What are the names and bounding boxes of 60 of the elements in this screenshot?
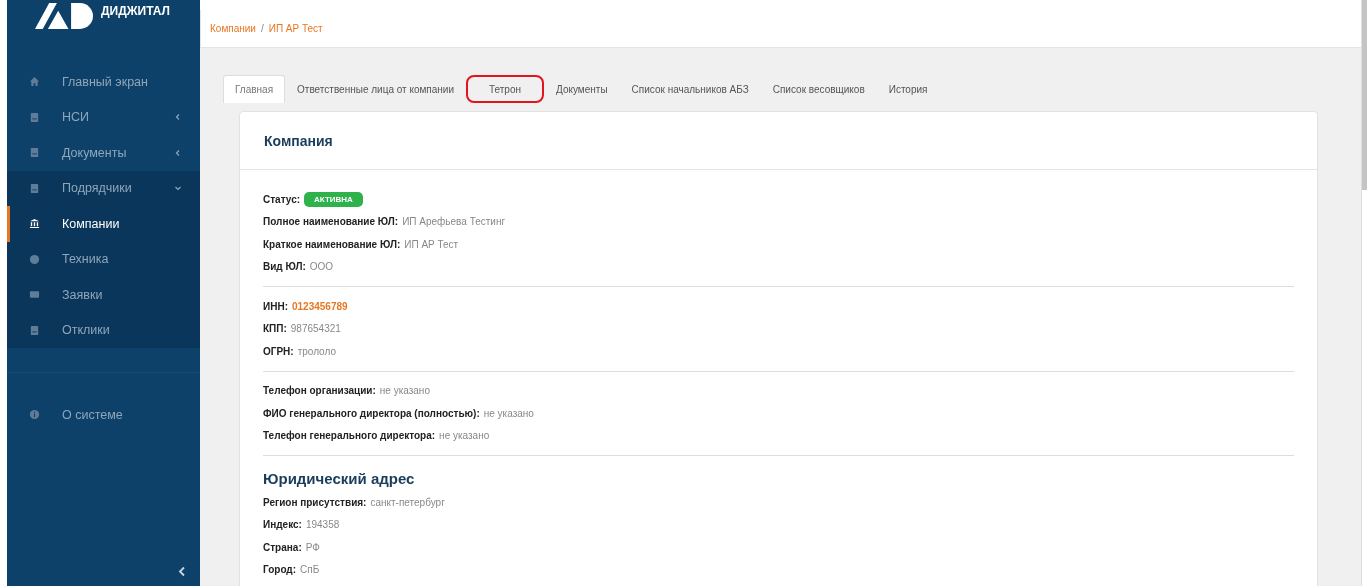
field-label: Страна:	[263, 541, 302, 553]
field-value: СпБ	[300, 564, 320, 576]
field-label: Телефон генерального директора:	[263, 430, 436, 442]
field-label: ОГРН:	[263, 345, 294, 357]
field-label: ИНН:	[263, 300, 288, 312]
field-value: санкт-петербург	[370, 496, 445, 508]
scrollbar-thumb[interactable]	[1362, 0, 1367, 190]
document-icon	[29, 182, 40, 194]
field-value: не указано	[439, 430, 490, 442]
home-icon	[29, 76, 40, 88]
gauge-icon	[29, 253, 40, 265]
field-value: 987654321	[290, 323, 341, 335]
bank-icon	[29, 218, 40, 230]
sidebar-item[interactable]: О системе	[7, 397, 200, 433]
field-value: 194358	[305, 519, 340, 531]
status-badge: АКТИВНА	[304, 191, 363, 207]
id-card-icon	[29, 289, 40, 301]
breadcrumb-link[interactable]: ИП АР Тест	[268, 23, 323, 34]
document-icon	[29, 111, 40, 123]
info-icon	[29, 409, 40, 421]
field-value: ИП Арефьева Тестинг	[402, 216, 506, 228]
section-title: Юридический адрес	[263, 470, 416, 487]
field-label: Город:	[263, 564, 297, 576]
tab[interactable]: Документы	[544, 75, 620, 103]
document-icon	[29, 324, 40, 336]
tab[interactable]: Список весовщиков	[760, 75, 877, 103]
breadcrumb-separator: /	[260, 23, 264, 34]
tab[interactable]: История	[876, 75, 940, 103]
field-label: Индекс:	[263, 519, 302, 531]
field-value: РФ	[305, 541, 320, 553]
logo-text: ДИДЖИТАЛ	[101, 4, 170, 18]
card-title: Компания	[264, 132, 333, 149]
field-label: Вид ЮЛ:	[263, 261, 306, 273]
sidebar-item[interactable]: Техника	[7, 241, 200, 277]
tab[interactable]: Тетрон	[466, 75, 545, 103]
sidebar-item[interactable]: НСИ	[7, 99, 200, 135]
field-value: 0123456789	[291, 300, 348, 312]
tab[interactable]: Список начальников АБЗ	[619, 75, 761, 103]
field-label: ФИО генерального директора (полностью):	[263, 407, 480, 419]
field-value: не указано	[483, 407, 534, 419]
tab[interactable]: Главная	[223, 75, 286, 103]
field-value: ИП АР Тест	[404, 238, 459, 250]
field-label: Статус:	[263, 193, 301, 205]
field-label: Полное наименование ЮЛ:	[263, 216, 399, 228]
sidebar-item[interactable]: Заявки	[7, 277, 200, 313]
field-value: не указано	[379, 385, 430, 397]
breadcrumb-link[interactable]: Компании	[210, 23, 256, 34]
tab[interactable]: Ответственные лица от компании	[285, 75, 466, 103]
document-icon	[29, 147, 40, 159]
field-label: Краткое наименование ЮЛ:	[263, 238, 401, 250]
sidebar-item[interactable]: Отклики	[7, 312, 200, 348]
sidebar-item[interactable]: Документы	[7, 135, 200, 171]
sidebar-item[interactable]: Главный экран	[7, 64, 200, 100]
field-label: КПП:	[263, 323, 287, 335]
field-label: Телефон организации:	[263, 385, 376, 397]
field-value: трололо	[297, 345, 336, 357]
sidebar-item[interactable]: Подрядчики	[7, 170, 200, 206]
field-label: Регион присутствия:	[263, 496, 367, 508]
field-value: ООО	[309, 261, 334, 273]
collapse-icon[interactable]	[178, 566, 186, 577]
